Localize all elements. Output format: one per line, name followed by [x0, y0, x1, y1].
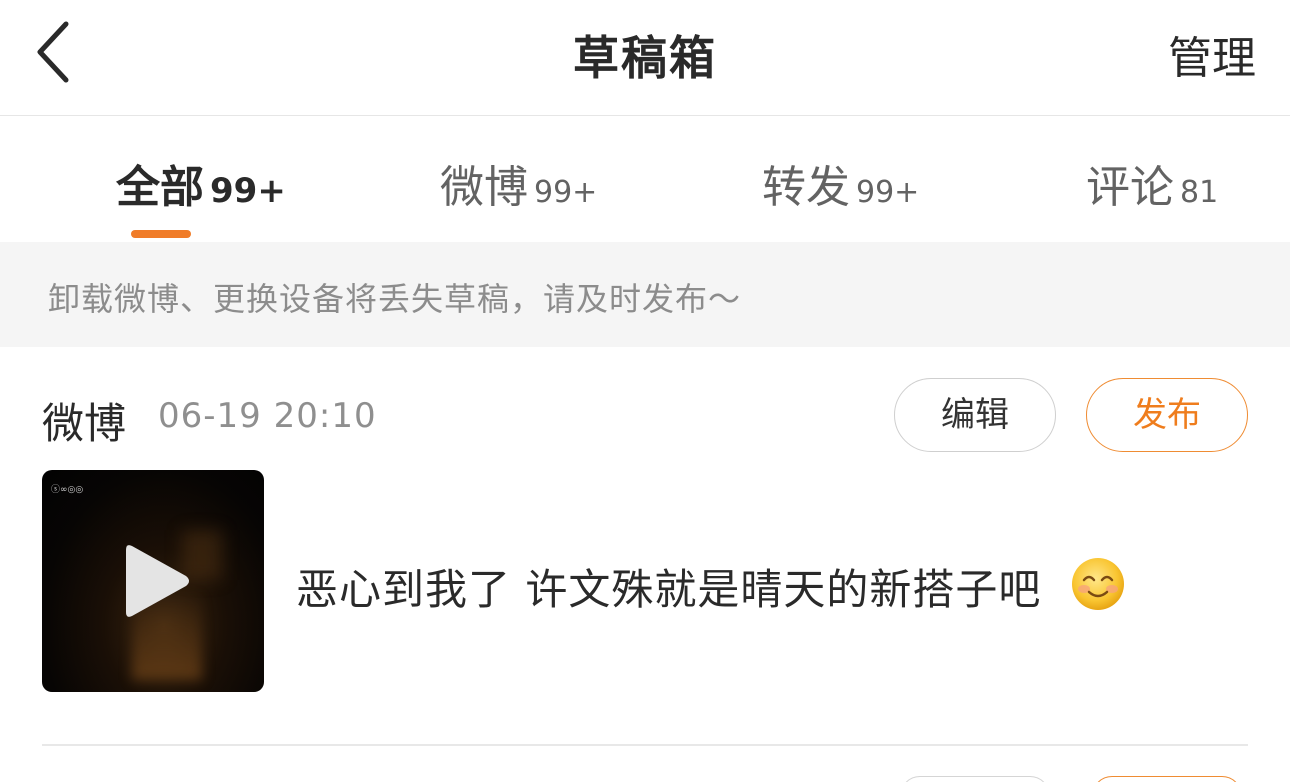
drafts-screen: 草稿箱 管理 全部 99+ 微博 99+ 转发 99+ 评论 81 卸载微博、更换设备将…: [0, 0, 1290, 782]
tab-label: 转发: [762, 162, 850, 213]
tab-label: 微博: [440, 162, 528, 213]
edit-button[interactable]: 编辑: [894, 378, 1056, 452]
draft-content: 恶心到我了 许文殊就是晴天的新搭子吧: [296, 565, 1042, 614]
tab-weibo[interactable]: 微博 99+: [440, 151, 598, 213]
smile-icon: [1072, 558, 1124, 610]
tab-label: 全部: [116, 162, 204, 213]
page-title: 草稿箱: [573, 31, 717, 85]
next-publish-button[interactable]: [1092, 776, 1242, 782]
next-edit-button[interactable]: [900, 776, 1050, 782]
tab-comment[interactable]: 评论 81: [1086, 151, 1219, 213]
notice-banner: 卸载微博、更换设备将丢失草稿，请及时发布～: [0, 242, 1290, 347]
tab-count: 99+: [210, 171, 286, 211]
divider: [42, 744, 1248, 746]
notice-text: 卸载微博、更换设备将丢失草稿，请及时发布～: [48, 280, 742, 318]
active-tab-indicator: [131, 230, 191, 238]
tab-count: 99+: [534, 175, 598, 210]
tab-bar: 全部 99+ 微博 99+ 转发 99+ 评论 81: [0, 117, 1290, 241]
thumbnail-watermark: ⓢ∞◎◎: [51, 485, 84, 495]
tab-repost[interactable]: 转发 99+: [762, 151, 920, 213]
tab-label: 评论: [1086, 162, 1174, 213]
manage-button[interactable]: 管理: [1168, 22, 1256, 86]
tab-count: 81: [1180, 175, 1219, 210]
draft-timestamp: 06-19 20:10: [158, 396, 377, 436]
nav-bar: 草稿箱 管理: [0, 0, 1290, 116]
draft-type-label: 微博: [42, 399, 127, 448]
play-icon: [126, 545, 189, 617]
publish-button[interactable]: 发布: [1086, 378, 1248, 452]
draft-item[interactable]: 微博 06-19 20:10 编辑 发布 ⓢ∞◎◎ 恶心到我了 许文殊就是晴天的…: [0, 348, 1290, 782]
video-thumbnail[interactable]: ⓢ∞◎◎: [42, 470, 264, 692]
tab-all[interactable]: 全部 99+: [116, 151, 286, 213]
tab-count: 99+: [856, 175, 920, 210]
